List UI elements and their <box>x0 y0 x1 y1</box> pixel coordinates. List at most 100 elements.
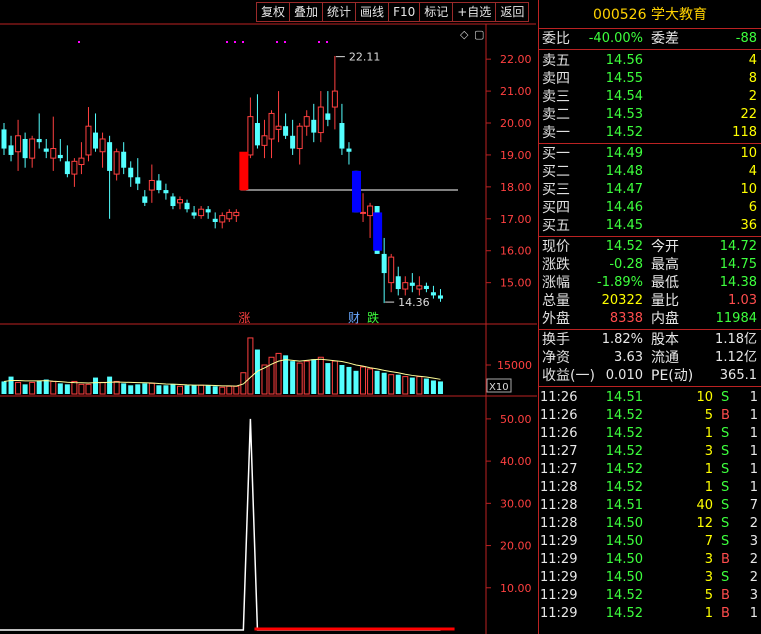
tick-row[interactable]: 11:28 14.50 12 S 2 <box>539 515 761 533</box>
tick-count: 7 <box>749 498 758 513</box>
tick-row[interactable]: 11:28 14.51 40 S 7 <box>539 497 761 515</box>
volume-bar <box>205 385 211 394</box>
chart-svg[interactable]: ◇ ▢ 22.00 21.00 20.00 19.00 18.00 17.00 16.00 15.… <box>0 0 538 634</box>
candle-body <box>78 157 85 166</box>
sells-price: 14.55 <box>605 71 643 86</box>
tick-row[interactable]: 11:29 14.52 1 B 1 <box>539 605 761 623</box>
indicator-tick-label: 40.00 <box>500 455 532 468</box>
quote-label-left: 现价 <box>542 239 570 255</box>
tick-row[interactable]: 11:28 14.52 1 S 1 <box>539 479 761 497</box>
toolbar-button-6[interactable]: +自选 <box>452 2 496 22</box>
volume-bar <box>113 380 120 395</box>
toolbar-button-1[interactable]: 叠加 <box>289 2 323 22</box>
candle-body <box>135 177 141 184</box>
candle-body <box>198 208 205 217</box>
marker-dot <box>234 41 236 43</box>
candle-body <box>205 209 211 213</box>
toolbar-button-5[interactable]: 标记 <box>419 2 453 22</box>
volume-bar <box>212 386 218 394</box>
candle-body <box>247 116 254 156</box>
volume-bar <box>71 380 78 395</box>
indicator-tick-label: 10.00 <box>500 582 532 595</box>
marker-dot <box>226 41 228 43</box>
tick-row[interactable]: 11:29 14.50 3 B 2 <box>539 551 761 569</box>
toolbar-button-3[interactable]: 画线 <box>355 2 389 22</box>
candle-body <box>360 211 367 214</box>
tick-price: 14.52 <box>605 444 643 459</box>
tick-price: 14.52 <box>605 462 643 477</box>
tick-price: 14.52 <box>605 588 643 603</box>
buys-label: 买五 <box>542 218 570 234</box>
tick-price: 14.51 <box>605 498 643 513</box>
tick-price: 14.50 <box>605 534 643 549</box>
tick-price: 14.52 <box>605 480 643 495</box>
candle-body <box>22 138 28 159</box>
tick-time: 11:26 <box>540 408 578 423</box>
fund-label-left: 换手 <box>542 332 570 348</box>
tick-row[interactable]: 11:29 14.50 7 S 3 <box>539 533 761 551</box>
candle-body <box>184 202 190 210</box>
quote-value-right: 14.75 <box>719 257 757 272</box>
volume-bar <box>275 352 282 395</box>
fund-value-left: 0.010 <box>605 368 643 383</box>
toolbar-button-2[interactable]: 统计 <box>322 2 356 22</box>
candle-body <box>170 196 176 207</box>
candle-body <box>339 123 345 149</box>
tick-count: 2 <box>749 516 758 531</box>
quote-value-right: 14.38 <box>719 275 757 290</box>
price-tick-label: 18.00 <box>500 181 532 194</box>
candle-body <box>113 151 120 175</box>
event-label: 跌 <box>367 310 379 325</box>
volume-bar <box>346 366 352 394</box>
toolbar-button-7[interactable]: 返回 <box>495 2 530 22</box>
toolbar-button-4[interactable]: F10 <box>388 2 420 22</box>
price-tick-label: 16.00 <box>500 245 532 258</box>
sells-label: 卖五 <box>542 53 570 69</box>
buys-row: 买五 14.45 36 <box>539 217 761 235</box>
volume-bar <box>353 370 359 394</box>
tick-time: 11:26 <box>540 390 578 405</box>
tick-side: S <box>721 426 730 441</box>
candle-body <box>346 148 352 152</box>
candle-body <box>381 253 387 274</box>
tick-side: S <box>721 516 730 531</box>
tick-price: 14.52 <box>605 606 643 621</box>
quote-label-left: 涨幅 <box>542 275 570 291</box>
toolbar-button-0[interactable]: 复权 <box>256 2 290 22</box>
fund-value-right: 365.1 <box>719 368 757 383</box>
quote-row: 现价 14.52 今开 14.72 <box>539 238 761 256</box>
tick-row[interactable]: 11:26 14.52 1 S 1 <box>539 425 761 443</box>
tick-row[interactable]: 11:26 14.51 10 S 1 <box>539 389 761 407</box>
weicha-label: 委差 <box>651 31 679 47</box>
tick-row[interactable]: 11:29 14.52 5 B 3 <box>539 587 761 605</box>
marker-dot <box>242 41 244 43</box>
candle-body <box>99 138 106 153</box>
tick-time: 11:29 <box>540 588 578 603</box>
tick-row[interactable]: 11:27 14.52 3 S 1 <box>539 443 761 461</box>
cycle-icon: ▢ <box>474 28 484 41</box>
candle-body <box>233 211 240 217</box>
low-label: 14.36 <box>398 296 430 309</box>
quote-label-right: 最高 <box>651 257 679 273</box>
candle-body <box>423 285 429 290</box>
tick-row[interactable]: 11:27 14.52 1 S 1 <box>539 461 761 479</box>
candle-body <box>416 285 423 290</box>
signal-block <box>239 151 249 191</box>
sells-row: 卖二 14.53 22 <box>539 106 761 124</box>
volume-bar <box>156 385 162 394</box>
tick-row[interactable]: 11:26 14.52 5 B 1 <box>539 407 761 425</box>
tick-row[interactable]: 11:29 14.50 3 S 2 <box>539 569 761 587</box>
quote-value-right: 1.03 <box>728 293 757 308</box>
volume-bar <box>247 337 254 395</box>
quote-value-left: 14.52 <box>605 239 643 254</box>
tick-volume: 7 <box>704 534 713 549</box>
tick-count: 1 <box>749 408 758 423</box>
volume-bar <box>367 368 374 395</box>
chart-area[interactable]: ◇ ▢ 22.00 21.00 20.00 19.00 18.00 17.00 16.00 15.… <box>0 0 538 634</box>
candle-body <box>409 282 415 286</box>
candle-body <box>331 90 338 108</box>
tick-list[interactable]: 11:26 14.51 10 S 1 11:26 14.52 5 B 1 11:26 14.52 1 S 1… <box>539 387 761 623</box>
buys-row: 买一 14.49 10 <box>539 145 761 163</box>
buys-volume: 36 <box>740 218 757 233</box>
quote-value-left: 8338 <box>609 311 643 326</box>
